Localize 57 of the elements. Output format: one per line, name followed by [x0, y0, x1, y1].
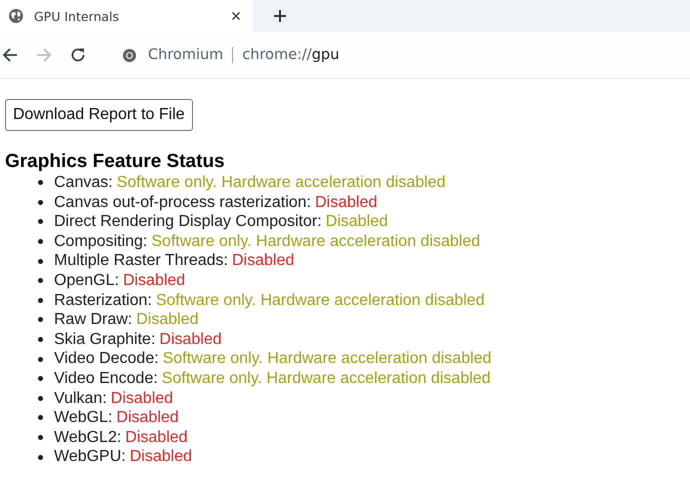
bullet-icon [38, 454, 43, 460]
bullet-icon [38, 356, 43, 362]
feature-name: Compositing: [54, 232, 148, 252]
feature-status: Disabled [116, 408, 179, 428]
feature-name: Canvas out-of-process rasterization: [54, 192, 311, 212]
bullet-icon [38, 415, 43, 420]
feature-status: Disabled [315, 192, 378, 212]
feature-status: Software only. Hardware acceleration disabled [156, 290, 485, 310]
reload-icon[interactable] [70, 47, 86, 63]
bullet-icon [38, 435, 43, 440]
feature-name: Video Decode: [54, 349, 159, 369]
feature-status: Software only. Hardware acceleration disabled [116, 173, 446, 193]
bullet-icon [38, 278, 43, 284]
feature-name: WebGL: [54, 408, 112, 428]
bullet-icon [38, 200, 43, 205]
feature-status: Software only. Hardware acceleration disabled [151, 232, 480, 252]
feature-name: Skia Graphite: [54, 330, 156, 350]
chromium-logo-icon [122, 48, 137, 62]
browser-tab[interactable]: GPU Internals [0, 0, 253, 32]
download-report-button[interactable]: Download Report to File [5, 99, 193, 131]
feature-status: Disabled [125, 428, 188, 448]
feature-status: Disabled [326, 212, 388, 232]
new-tab-icon[interactable] [273, 9, 287, 23]
feature-name: Vulkan: [54, 388, 107, 408]
bullet-icon [38, 219, 43, 224]
close-icon[interactable] [231, 11, 241, 21]
feature-name: Video Encode: [54, 368, 158, 389]
bullet-icon [38, 337, 43, 342]
section-heading: Graphics Feature Status [5, 151, 226, 173]
feature-status: Disabled [110, 388, 174, 408]
bullet-icon [38, 180, 43, 186]
bullet-icon [38, 298, 43, 303]
feature-name: Rasterization: [54, 290, 152, 310]
bullet-icon [38, 317, 43, 322]
feature-name: OpenGL: [54, 270, 119, 291]
bullet-icon [38, 376, 43, 382]
globe-icon [8, 8, 24, 24]
feature-name: Direct Rendering Display Compositor: [54, 212, 322, 232]
feature-status: Disabled [136, 310, 198, 330]
feature-name: WebGPU: [54, 447, 126, 467]
bullet-icon [38, 396, 43, 401]
feature-status: Disabled [232, 251, 294, 271]
feature-name: Canvas: [54, 173, 113, 193]
url-text[interactable]: chrome://gpu [242, 47, 340, 63]
feature-status: Disabled [130, 447, 192, 467]
feature-name: Multiple Raster Threads: [54, 251, 228, 271]
tab-title: GPU Internals [34, 8, 120, 24]
feature-name: WebGL2: [54, 428, 122, 448]
feature-status: Software only. Hardware acceleration disabled [162, 349, 492, 369]
feature-status: Software only. Hardware acceleration disabled [162, 368, 491, 389]
bullet-icon [38, 258, 43, 264]
back-arrow-icon[interactable] [2, 47, 18, 63]
feature-status: Disabled [159, 330, 222, 350]
site-name: Chromium [148, 47, 224, 63]
feature-status: Disabled [122, 270, 186, 291]
bullet-icon [38, 239, 43, 244]
feature-name: Raw Draw: [54, 310, 132, 330]
